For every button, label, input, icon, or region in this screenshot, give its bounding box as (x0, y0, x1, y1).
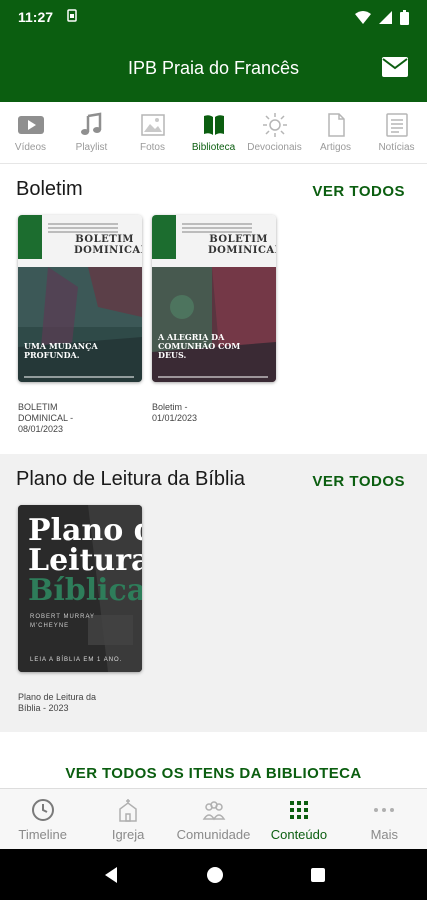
home-icon[interactable] (206, 866, 224, 884)
document-icon (327, 113, 345, 137)
app-bar: IPB Praia do Francês (0, 34, 427, 102)
cover-author: ROBERT MURRAY M'CHEYNE (30, 614, 95, 629)
tab-label: Playlist (75, 142, 108, 153)
tab-fotos[interactable]: Fotos (122, 102, 183, 163)
tab-noticias[interactable]: Notícias (366, 102, 427, 163)
nav-label: Timeline (18, 827, 68, 842)
music-note-icon (80, 112, 101, 135)
more-dots-icon (374, 808, 395, 812)
boletim-cover: BOLETIM DOMINICAL UMA MUDANÇA PROFUNDA. (18, 215, 142, 382)
cover-title: BOLETIM DOMINICAL (74, 234, 142, 256)
card-caption: Plano de Leitura da Bíblia - 2023 (18, 692, 97, 713)
video-icon (17, 116, 44, 134)
photo-icon (140, 114, 165, 136)
tab-label: Vídeos (14, 142, 47, 153)
boletim-card[interactable]: BOLETIM DOMINICAL UMA MUDANÇA PROFUNDA. … (18, 215, 142, 435)
church-icon (119, 799, 137, 822)
tab-artigos[interactable]: Artigos (305, 102, 366, 163)
cover-line-3: Bíblica. (28, 573, 142, 608)
section-title: Plano de Leitura da Bíblia (16, 468, 246, 490)
signal-icon (379, 10, 392, 24)
see-all-boletim-button[interactable]: VER TODOS (312, 183, 405, 200)
plano-cover: Plano de Leitura Bíblica. ROBERT MURRAY … (18, 505, 142, 672)
tab-label: Biblioteca (191, 142, 236, 153)
cover-headline: A ALEGRIA DA COMUNHÃO COM DEUS. (158, 332, 241, 360)
tab-biblioteca[interactable]: Biblioteca (183, 102, 244, 163)
tab-playlist[interactable]: Playlist (61, 102, 122, 163)
clock-icon (31, 799, 54, 821)
tab-videos[interactable]: Vídeos (0, 102, 61, 163)
cover-image (18, 267, 142, 382)
status-time: 11:27 (18, 9, 54, 25)
section-title: Boletim (16, 178, 83, 200)
boletim-card[interactable]: BOLETIM DOMINICAL A ALEGRIA DA COMUNHÃO … (152, 215, 276, 424)
plano-leitura-section: Plano de Leitura da Bíblia VER TODOS Pla… (0, 454, 427, 732)
recents-icon[interactable] (310, 867, 326, 883)
tab-label: Devocionais (247, 142, 302, 153)
cover-headline: UMA MUDANÇA PROFUNDA. (24, 341, 98, 360)
tab-label: Fotos (139, 142, 165, 153)
see-all-library-button[interactable]: VER TODOS OS ITENS DA BIBLIOTECA (65, 765, 361, 782)
community-icon (202, 801, 225, 821)
nav-label: Igreja (111, 827, 145, 842)
nav-label: Conteúdo (270, 827, 328, 842)
boletim-cover: BOLETIM DOMINICAL A ALEGRIA DA COMUNHÃO … (152, 215, 276, 382)
nav-comunidade[interactable]: Comunidade (171, 789, 256, 849)
app-title: IPB Praia do Francês (127, 57, 300, 78)
nav-conteudo[interactable]: Conteúdo (256, 789, 341, 849)
nav-mais[interactable]: Mais (342, 789, 427, 849)
back-icon[interactable] (102, 866, 120, 884)
news-icon (385, 113, 408, 137)
book-icon (203, 115, 224, 135)
nav-label: Comunidade (176, 827, 251, 842)
card-caption: Boletim - 01/01/2023 (152, 402, 198, 423)
card-caption: BOLETIM DOMINICAL - 08/01/2023 (18, 402, 74, 434)
nav-label: Mais (370, 827, 399, 842)
nav-igreja[interactable]: Igreja (85, 789, 170, 849)
cover-subtitle: LEIA A BÍBLIA EM 1 ANO. (30, 657, 123, 663)
battery-icon (400, 9, 409, 25)
cover-image (152, 267, 276, 382)
status-bar: 11:27 (0, 0, 427, 34)
church-logo-icon (152, 215, 176, 259)
tab-label: Artigos (319, 142, 352, 153)
sun-icon (262, 113, 287, 137)
grid-icon (289, 801, 308, 819)
nav-timeline[interactable]: Timeline (0, 789, 85, 849)
wifi-icon (355, 10, 371, 24)
all-library-items: VER TODOS OS ITENS DA BIBLIOTECA (0, 732, 427, 788)
see-all-plano-button[interactable]: VER TODOS (312, 473, 405, 490)
church-logo-icon (18, 215, 42, 259)
system-nav-bar (0, 849, 427, 900)
category-tabs: Vídeos Playlist Fotos Biblioteca Devocio… (0, 102, 427, 164)
sim-icon (67, 9, 77, 25)
bottom-nav: Timeline Igreja Comunidade Conteúdo Mais (0, 788, 427, 849)
plano-card[interactable]: Plano de Leitura Bíblica. ROBERT MURRAY … (18, 505, 142, 714)
mail-icon[interactable] (381, 56, 409, 78)
tab-label: Notícias (378, 142, 415, 153)
cover-title: BOLETIM DOMINICAL (208, 234, 276, 256)
tab-devocionais[interactable]: Devocionais (244, 102, 305, 163)
boletim-section: Boletim VER TODOS BOLETIM DOMINICAL UMA … (0, 164, 427, 454)
